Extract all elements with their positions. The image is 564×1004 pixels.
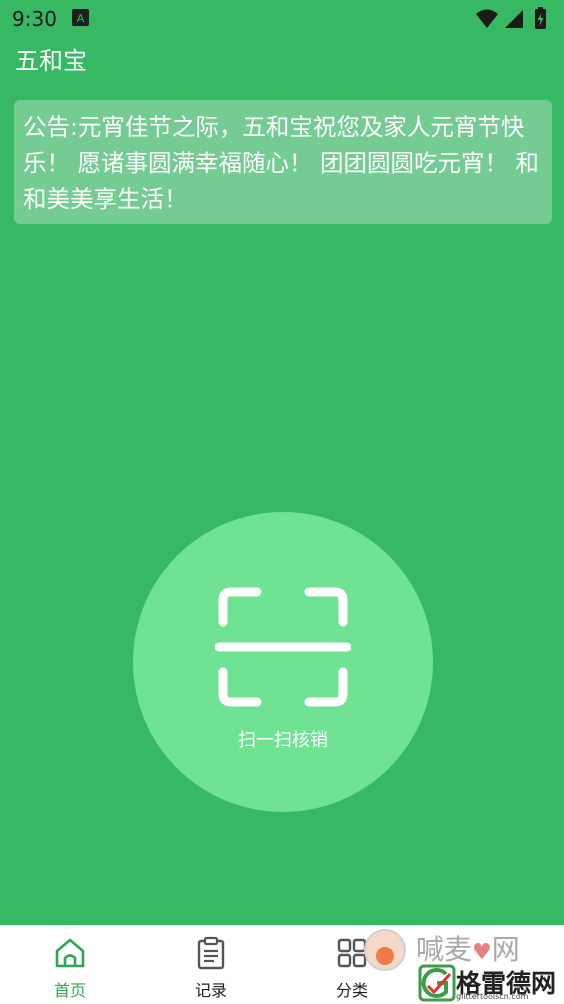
scan-button[interactable]: 扫一扫核销 [133,512,433,812]
battery-charging-icon [535,7,546,29]
app-notification-icon: A [72,9,89,26]
notice-card: 公告:元宵佳节之际，五和宝祝您及家人元宵节快乐！ 愿诸事圆满幸福随心！ 团团圆圆… [14,100,552,224]
notice-text: 公告:元宵佳节之际，五和宝祝您及家人元宵节快乐！ 愿诸事圆满幸福随心！ 团团圆圆… [23,113,539,213]
home-icon [55,938,85,968]
svg-text:A: A [77,12,85,25]
signal-icon [505,10,523,28]
watermark-text-1: 喊麦♥网 [416,933,520,966]
nav-item-home[interactable]: 首页 [20,926,120,1004]
nav-item-records[interactable]: 记录 [161,926,261,1004]
wifi-icon [476,9,498,28]
scan-label: 扫一扫核销 [238,730,328,751]
scan-frame-icon [215,587,351,707]
nav-label-home: 首页 [53,981,86,1000]
status-time: 9:30 [12,7,57,31]
watermark: 喊麦♥网 格雷德网 glittertoolscn.com [358,926,564,1004]
watermark-text-3: glittertoolscn.com [456,992,529,1001]
status-bar: 9:30 A [0,0,564,38]
nav-label-records: 记录 [194,981,227,1000]
app-title: 五和宝 [15,47,87,75]
clipboard-icon [197,936,225,970]
status-icons [474,7,554,31]
